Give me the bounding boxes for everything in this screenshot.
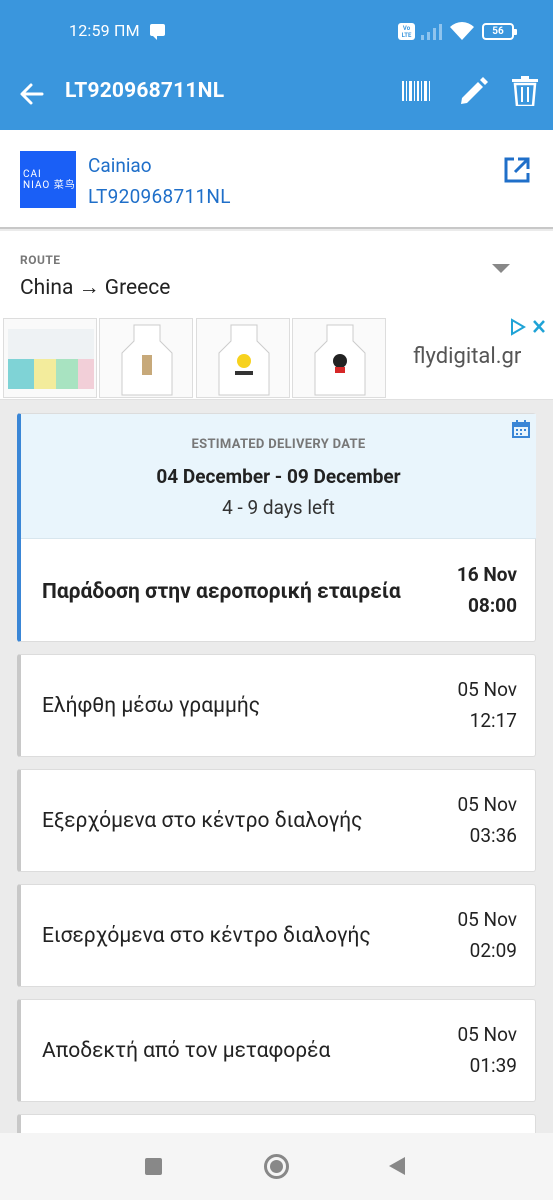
carrier-logo-text: NIAO 菜鸟 [23,180,76,191]
status-time: 12:59 ΠΜ [69,21,140,40]
event-status: Ελήφθη μέσω γραμμής [42,694,261,718]
ad-product-image[interactable] [292,318,386,398]
ad-brand[interactable]: flydigital.gr [413,344,521,369]
system-nav-bar [0,1133,553,1200]
event-card[interactable]: Ελήφθη μέσω γραμμής 05 Nov 12:17 [17,654,536,757]
event-date: 16 Nov [456,563,517,586]
event-date: 05 Nov [457,908,517,931]
delete-trash-icon[interactable] [512,76,538,106]
home-icon[interactable] [264,1154,289,1179]
event-datetime: 16 Nov 08:00 [457,559,517,621]
ad-product-image[interactable] [99,318,193,398]
recent-apps-icon[interactable] [145,1158,162,1175]
ad-choices-icon[interactable] [510,318,548,336]
carrier-logo-text: CAI [23,169,42,180]
event-time: 12:17 [469,709,517,732]
edit-pencil-icon[interactable] [458,77,488,107]
event-date: 05 Nov [457,678,517,701]
event-status: Εξερχόμενα στο κέντρο διαλογής [42,809,363,833]
latest-event-card[interactable]: ESTIMATED DELIVERY DATE 04 December - 09… [17,413,536,642]
event-datetime: 05 Nov 01:39 [457,1019,517,1081]
event-status: Παράδοση στην αεροπορική εταιρεία [42,580,401,604]
estimate-days-left: 4 - 9 days left [222,496,335,519]
nav-back-icon[interactable] [389,1157,405,1175]
status-bar: 12:59 ΠΜ Vo LTE 56 [0,0,553,62]
ad-product-image[interactable] [196,318,290,398]
route-value: China → Greece [20,276,171,300]
calendar-icon[interactable] [512,420,530,438]
event-card[interactable]: Αποδεκτή από τον μεταφορέα 05 Nov 01:39 [17,999,536,1102]
event-status: Εισερχόμενα στο κέντρο διαλογής [42,924,371,948]
signal-icon [421,24,442,40]
event-time: 08:00 [468,594,517,617]
ad-product-image[interactable] [3,318,97,398]
event-card[interactable]: Εξερχόμενα στο κέντρο διαλογής 05 Nov 03… [17,769,536,872]
carrier-tracking-number[interactable]: LT920968711NL [88,185,231,208]
carrier-card[interactable]: CAI NIAO 菜鸟 Cainiao LT920968711NL [0,130,553,229]
barcode-icon[interactable] [402,81,430,101]
route-section[interactable]: ROUTE China → Greece [0,231,553,314]
back-arrow-icon[interactable] [18,80,46,108]
ad-banner[interactable]: flydigital.gr [0,314,553,400]
message-notification-icon [150,24,165,40]
event-datetime: 05 Nov 02:09 [457,904,517,966]
event-time: 01:39 [469,1054,517,1077]
page-title: LT920968711NL [65,79,225,103]
carrier-logo: CAI NIAO 菜鸟 [20,151,76,208]
event-datetime: 05 Nov 03:36 [457,789,517,851]
event-status: Αποδεκτή από τον μεταφορέα [42,1039,331,1063]
carrier-name[interactable]: Cainiao [88,154,152,177]
event-datetime: 05 Nov 12:17 [457,674,517,736]
route-label: ROUTE [20,253,61,267]
event-time: 03:36 [469,824,517,847]
volte-icon: Vo LTE [398,23,415,40]
open-external-icon[interactable] [503,156,531,184]
battery-icon: 56 [482,23,517,40]
app-bar: LT920968711NL [0,62,553,130]
event-card[interactable]: Εισερχόμενα στο κέντρο διαλογής 05 Nov 0… [17,884,536,987]
event-date: 05 Nov [457,793,517,816]
estimate-label: ESTIMATED DELIVERY DATE [191,437,366,452]
estimated-delivery: ESTIMATED DELIVERY DATE 04 December - 09… [21,414,536,539]
event-time: 02:09 [469,939,517,962]
chevron-down-icon[interactable] [492,264,510,273]
event-date: 05 Nov [457,1023,517,1046]
estimate-dates: 04 December - 09 December [156,465,401,488]
wifi-icon [450,22,474,40]
